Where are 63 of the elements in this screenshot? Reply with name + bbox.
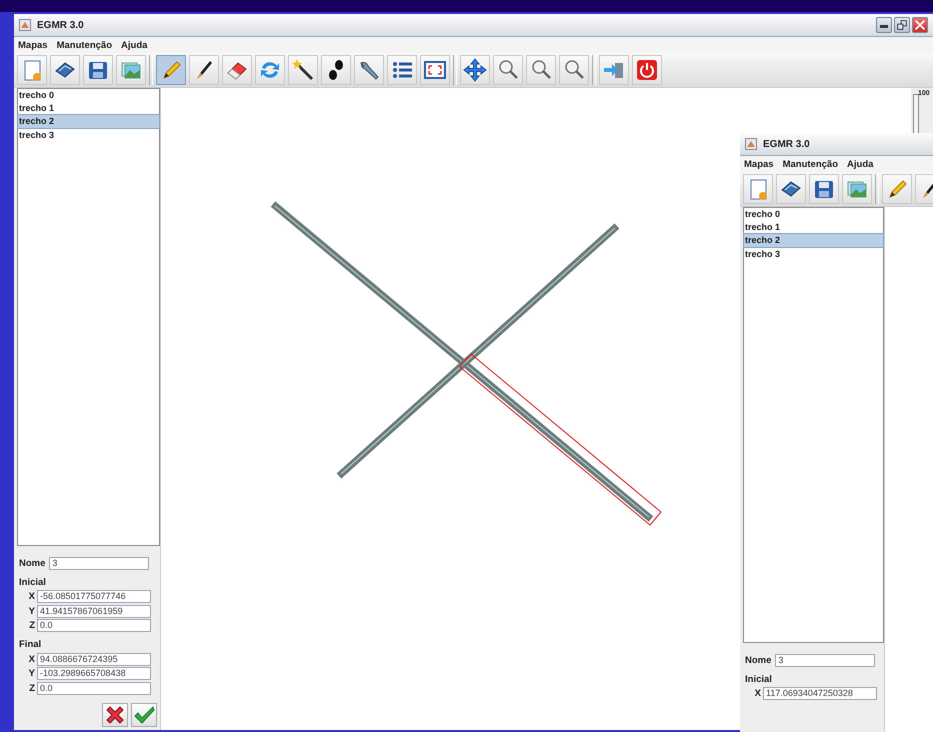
- group-title: Final: [19, 638, 42, 652]
- move-icon: [463, 58, 487, 82]
- axis-label: X: [754, 688, 761, 700]
- coordinate-field[interactable]: 0.0: [37, 619, 151, 632]
- maximize-button[interactable]: [894, 17, 910, 33]
- tool-button[interactable]: [222, 55, 252, 85]
- coordinate-field[interactable]: 94.0886676724395: [37, 652, 151, 666]
- menu-item[interactable]: Manutenção: [56, 40, 112, 50]
- axis-label: Y: [28, 606, 35, 617]
- tool-button[interactable]: [809, 174, 839, 204]
- tool-button[interactable]: [420, 55, 450, 85]
- field-label: Nome: [19, 558, 46, 569]
- close-button[interactable]: [912, 17, 928, 33]
- coordinate-field[interactable]: 41.94157867061959: [37, 604, 151, 618]
- coordinate-field[interactable]: 117.06934047250328: [763, 687, 877, 700]
- menu-item[interactable]: Manutenção: [782, 158, 838, 170]
- app-icon: [745, 138, 757, 150]
- tool-button[interactable]: [354, 55, 384, 85]
- name-field[interactable]: 3: [775, 654, 876, 667]
- axis-label: Y: [28, 668, 35, 680]
- axis-label: Z: [28, 682, 35, 694]
- tool-button[interactable]: [387, 55, 417, 85]
- tool-button[interactable]: [321, 55, 351, 85]
- coordinate-field[interactable]: 0.0: [37, 682, 151, 695]
- minimize-button[interactable]: [876, 17, 892, 33]
- tool-button[interactable]: [460, 55, 490, 85]
- window-title: EGMR 3.0: [763, 138, 811, 150]
- group-title: Inicial: [19, 576, 47, 590]
- list-item[interactable]: trecho 3: [744, 248, 883, 260]
- menu-item[interactable]: Mapas: [18, 40, 48, 50]
- name-field[interactable]: 3: [49, 556, 150, 570]
- minimize-icon: [880, 25, 888, 28]
- list-item[interactable]: trecho 2: [743, 233, 884, 248]
- axis-label: X: [28, 654, 35, 665]
- menu-item[interactable]: Mapas: [744, 158, 774, 170]
- coordinate-field[interactable]: -103.2989665708438: [37, 667, 151, 680]
- frame-icon: [423, 58, 447, 82]
- list-item[interactable]: trecho 2: [17, 114, 160, 128]
- coordinate-field[interactable]: -56.08501775077746: [37, 590, 151, 604]
- axis-label: Z: [28, 620, 35, 632]
- tool-button[interactable]: [288, 55, 318, 85]
- list-item[interactable]: trecho 1: [18, 102, 159, 114]
- list-item[interactable]: trecho 3: [18, 128, 159, 141]
- menu-item[interactable]: Ajuda: [121, 40, 148, 50]
- maximize-icon: [895, 17, 909, 33]
- app-icon: [19, 19, 31, 31]
- axis-label: X: [28, 591, 35, 602]
- confirm-button[interactable]: [131, 702, 157, 726]
- field-label: Nome: [745, 654, 772, 666]
- tool-button[interactable]: [189, 55, 219, 85]
- menu-item[interactable]: Ajuda: [847, 158, 874, 170]
- close-icon: [913, 17, 927, 33]
- list-item[interactable]: trecho 1: [744, 220, 883, 233]
- tool-button[interactable]: [776, 174, 806, 204]
- group-title: Inicial: [745, 672, 773, 686]
- cancel-button[interactable]: [102, 702, 128, 726]
- list-item[interactable]: trecho 0: [18, 89, 159, 102]
- power-icon: [635, 58, 659, 82]
- magic-wand-icon: [291, 58, 315, 82]
- tool-button[interactable]: [83, 55, 113, 85]
- list-item[interactable]: trecho 0: [744, 208, 883, 220]
- window-title: EGMR 3.0: [37, 20, 85, 30]
- tool-button[interactable]: [50, 55, 80, 85]
